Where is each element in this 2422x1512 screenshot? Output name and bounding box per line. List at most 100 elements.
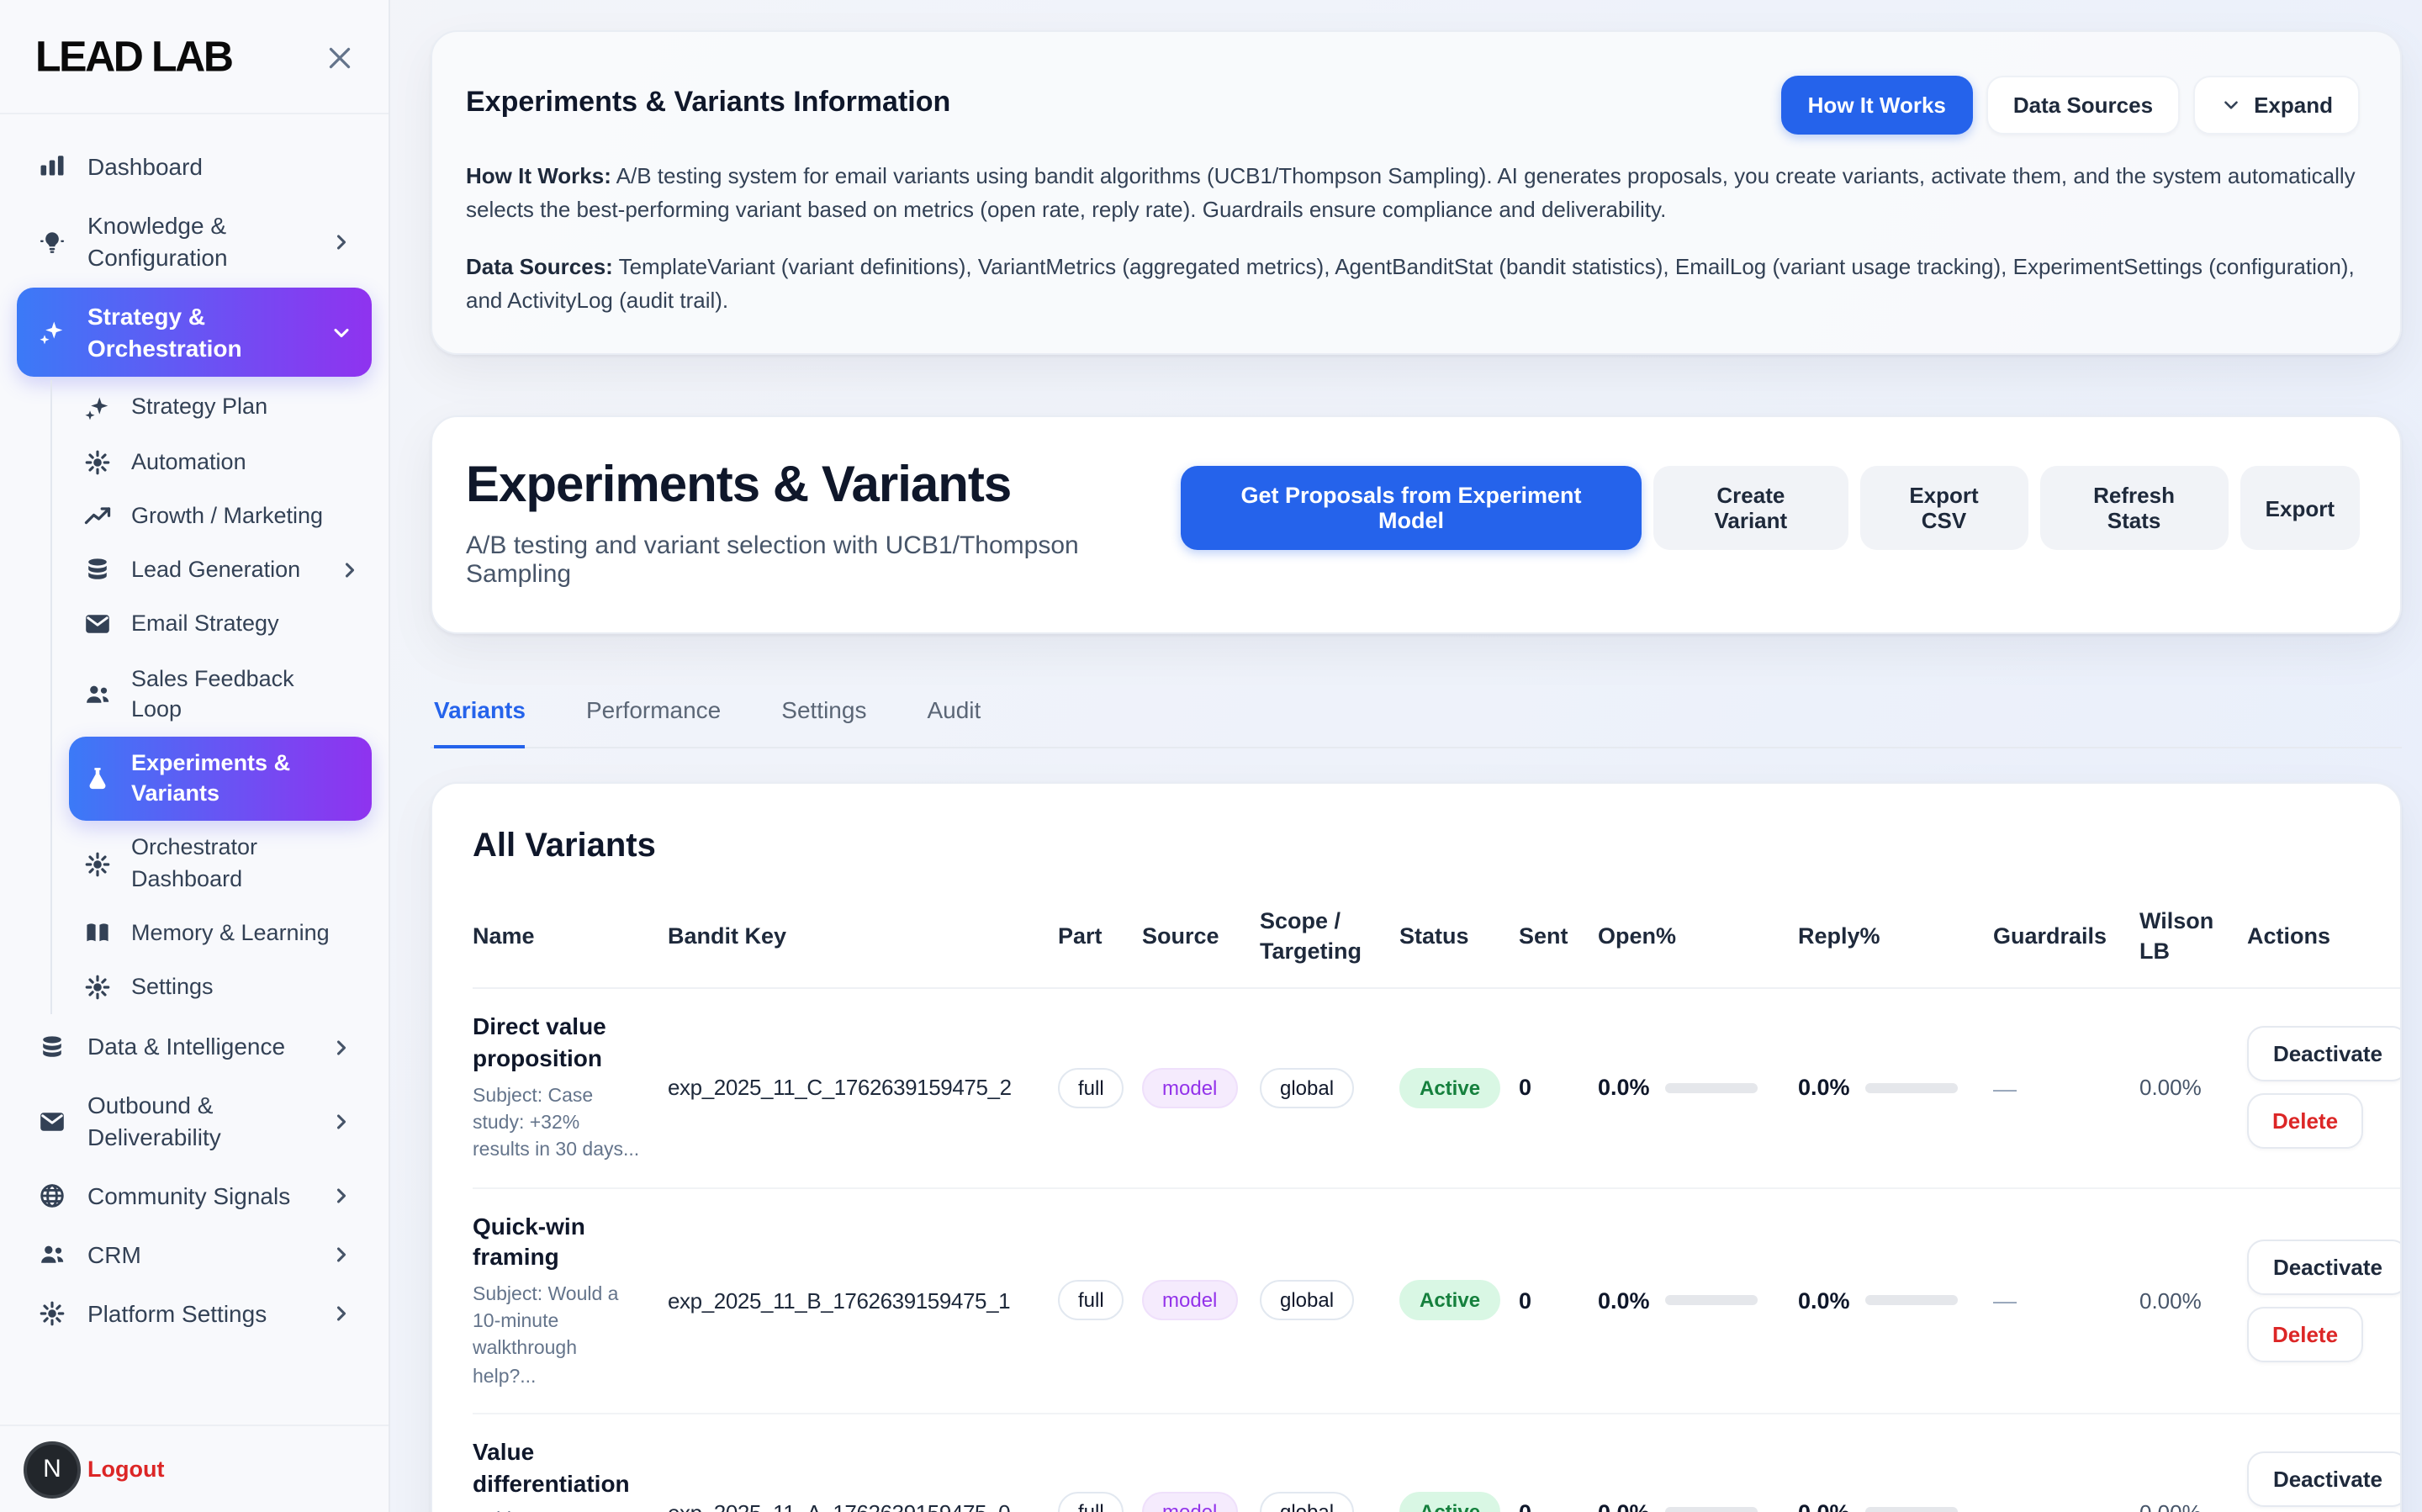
data-sources-button[interactable]: Data Sources <box>1986 76 2180 135</box>
sidebar-item-lead-generation[interactable]: Lead Generation <box>69 543 372 597</box>
get-proposals-button[interactable]: Get Proposals from Experiment Model <box>1181 466 1642 550</box>
open-rate-cell: 0.0% <box>1598 1076 1798 1101</box>
source-badge: model <box>1142 1280 1237 1320</box>
page-title: Experiments & Variants <box>466 457 1181 515</box>
create-variant-button[interactable]: Create Variant <box>1653 466 1848 550</box>
open-rate-value: 0.0% <box>1598 1499 1650 1512</box>
sidebar-item-settings[interactable]: Settings <box>69 960 372 1014</box>
actions-cell: Deactivate Delete <box>2247 1239 2402 1361</box>
export-csv-button[interactable]: Export CSV <box>1859 466 2028 550</box>
source-badge: model <box>1142 1492 1237 1512</box>
sidebar-item-platform-settings[interactable]: Platform Settings <box>17 1285 372 1344</box>
variant-name: Quick-win framing <box>473 1210 641 1274</box>
sidebar-nav: Dashboard Knowledge & Configuration Strate… <box>0 114 389 1425</box>
deactivate-button[interactable]: Deactivate <box>2247 1451 2402 1506</box>
sidebar-footer: N Logout <box>0 1425 389 1512</box>
mail-icon <box>82 610 113 640</box>
expand-button[interactable]: Expand <box>2193 76 2360 135</box>
page-subtitle: A/B testing and variant selection with U… <box>466 531 1181 589</box>
table-header-row: NameBandit KeyPartSourceScope / Targetin… <box>473 907 2402 990</box>
sidebar-item-sales-feedback-loop[interactable]: Sales Feedback Loop <box>69 652 372 737</box>
how-it-works-button[interactable]: How It Works <box>1781 76 1973 135</box>
trend-up-icon <box>82 501 113 531</box>
status-badge: Active <box>1399 1492 1500 1512</box>
sidebar-item-memory-learning[interactable]: Memory & Learning <box>69 907 372 960</box>
sent-value: 0 <box>1519 1287 1598 1313</box>
sidebar-item-outbound-deliverability[interactable]: Outbound & Deliverability <box>17 1076 372 1167</box>
chevron-right-icon <box>338 558 362 582</box>
info-data-sources-text: Data Sources: TemplateVariant (variant d… <box>466 251 2360 316</box>
sidebar-item-orchestrator-dashboard[interactable]: Orchestrator Dashboard <box>69 822 372 907</box>
avatar[interactable]: N <box>24 1441 81 1498</box>
scope-badge: global <box>1260 1492 1354 1512</box>
info-card-buttons: How It Works Data Sources Expand <box>1781 76 2360 135</box>
gear-icon <box>82 972 113 1002</box>
variant-subject: Subject: Would a 10-minute walkthrough h… <box>473 1282 641 1391</box>
tab-variants[interactable]: Variants <box>434 696 526 748</box>
variant-name: Value differentiation <box>473 1435 641 1499</box>
sidebar-item-label: Platform Settings <box>87 1298 309 1330</box>
wilson-lb-value: 0.00% <box>2139 1287 2247 1313</box>
tab-performance[interactable]: Performance <box>586 696 721 748</box>
app-root: LEAD LAB Dashboard Knowledge & Configurat… <box>0 0 2422 1512</box>
reply-rate-cell: 0.0% <box>1798 1076 1993 1101</box>
bandit-key: exp_2025_11_B_1762639159475_1 <box>668 1287 1058 1313</box>
close-sidebar-button[interactable] <box>321 40 358 77</box>
bandit-key: exp_2025_11_A_1762639159475_0 <box>668 1499 1058 1512</box>
tab-settings[interactable]: Settings <box>781 696 866 748</box>
column-header: Source <box>1142 922 1260 952</box>
sidebar-item-automation[interactable]: Automation <box>69 435 372 489</box>
app-logo: LEAD LAB <box>35 33 232 82</box>
sidebar-item-email-strategy[interactable]: Email Strategy <box>69 598 372 652</box>
variants-table-card: All Variants NameBandit KeyPartSourceSco… <box>431 782 2402 1512</box>
sidebar-item-label: Outbound & Deliverability <box>87 1090 309 1154</box>
deactivate-button[interactable]: Deactivate <box>2247 1239 2402 1294</box>
variant-name-cell: Value differentiation Subject: More inqu… <box>473 1435 668 1512</box>
export-button[interactable]: Export <box>2240 466 2360 550</box>
delete-button[interactable]: Delete <box>2247 1094 2363 1150</box>
logout-button[interactable]: Logout <box>87 1456 164 1482</box>
sidebar-item-experiments-variants[interactable]: Experiments & Variants <box>69 737 372 822</box>
column-header: Reply% <box>1798 922 1993 952</box>
sidebar-item-strategy-plan[interactable]: Strategy Plan <box>69 381 372 435</box>
source-badge: model <box>1142 1068 1237 1108</box>
sidebar-item-strategy-orchestration[interactable]: Strategy & Orchestration <box>17 287 372 378</box>
sidebar-item-label: Strategy Plan <box>131 393 330 423</box>
open-rate-bar <box>1665 1083 1758 1093</box>
page-header-card: Experiments & Variants A/B testing and v… <box>431 415 2402 634</box>
open-rate-cell: 0.0% <box>1598 1499 1798 1512</box>
column-header: Part <box>1058 922 1142 952</box>
tab-bar: Variants Performance Settings Audit <box>431 696 2402 748</box>
tab-audit[interactable]: Audit <box>927 696 981 748</box>
sidebar-item-label: Knowledge & Configuration <box>87 210 309 274</box>
column-header: Name <box>473 922 668 952</box>
reply-rate-bar <box>1865 1295 1958 1305</box>
deactivate-button[interactable]: Deactivate <box>2247 1027 2402 1082</box>
wilson-lb-value: 0.00% <box>2139 1499 2247 1512</box>
sidebar-item-data-intelligence[interactable]: Data & Intelligence <box>17 1018 372 1077</box>
sidebar-item-knowledge-configuration[interactable]: Knowledge & Configuration <box>17 197 372 288</box>
refresh-stats-button[interactable]: Refresh Stats <box>2040 466 2229 550</box>
sidebar-header: LEAD LAB <box>0 0 389 113</box>
delete-button[interactable]: Delete <box>2247 1306 2363 1361</box>
sidebar-item-community-signals[interactable]: Community Signals <box>17 1167 372 1226</box>
variant-subject: Subject: Case study: +32% results in 30 … <box>473 1083 641 1165</box>
database-icon <box>82 555 113 585</box>
part-badge: full <box>1058 1068 1124 1108</box>
column-header: Status <box>1399 922 1519 952</box>
variant-name: Direct value proposition <box>473 1012 641 1076</box>
chevron-right-icon <box>330 1035 353 1059</box>
table-row: Value differentiation Subject: More inqu… <box>473 1414 2402 1512</box>
table-body: Direct value proposition Subject: Case s… <box>473 990 2400 1512</box>
sidebar-item-label: Settings <box>131 972 330 1002</box>
chart-bar-icon <box>37 152 67 182</box>
sidebar-item-crm[interactable]: CRM <box>17 1226 372 1285</box>
column-header: Scope / Targeting <box>1260 907 1399 968</box>
sidebar-item-growth-marketing[interactable]: Growth / Marketing <box>69 489 372 543</box>
column-header: Open% <box>1598 922 1798 952</box>
gear-icon <box>82 447 113 478</box>
sidebar-item-dashboard[interactable]: Dashboard <box>17 138 372 197</box>
reply-rate-cell: 0.0% <box>1798 1287 1993 1313</box>
reply-rate-bar <box>1865 1507 1958 1512</box>
bandit-key: exp_2025_11_C_1762639159475_2 <box>668 1076 1058 1101</box>
